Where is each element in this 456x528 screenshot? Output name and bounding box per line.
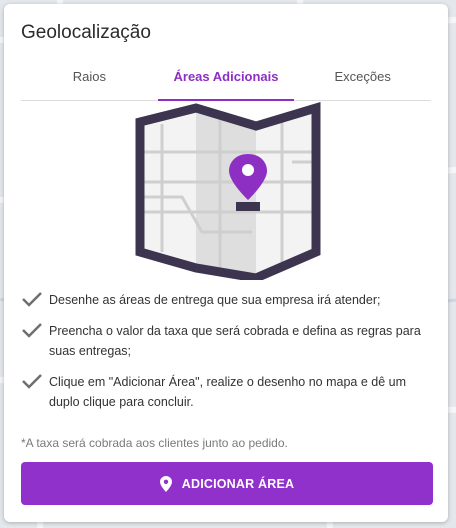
checkmark-icon	[22, 374, 42, 389]
geolocation-dialog: Geolocalização Raios Áreas Adicionais Ex…	[4, 4, 448, 522]
tab-bar: Raios Áreas Adicionais Exceções	[21, 62, 431, 101]
instruction-text: Desenhe as áreas de entrega que sua empr…	[49, 293, 381, 307]
tab-areas-adicionais[interactable]: Áreas Adicionais	[157, 62, 295, 101]
instruction-list: Desenhe as áreas de entrega que sua empr…	[21, 290, 433, 423]
instruction-item: Preencha o valor da taxa que será cobrad…	[21, 321, 433, 361]
tab-excecoes[interactable]: Exceções	[294, 62, 431, 100]
fee-note: *A taxa será cobrada aos clientes junto …	[21, 436, 288, 450]
add-area-button[interactable]: ADICIONAR ÁREA	[21, 462, 433, 505]
dialog-title: Geolocalização	[21, 22, 151, 43]
instruction-item: Clique em "Adicionar Área", realize o de…	[21, 372, 433, 412]
tab-raios[interactable]: Raios	[21, 62, 158, 100]
instruction-item: Desenhe as áreas de entrega que sua empr…	[21, 290, 433, 310]
map-illustration	[135, 102, 321, 280]
add-area-label: ADICIONAR ÁREA	[181, 476, 295, 491]
checkmark-icon	[22, 292, 42, 307]
instruction-text: Preencha o valor da taxa que será cobrad…	[49, 324, 421, 358]
checkmark-icon	[22, 323, 42, 338]
location-pin-icon	[159, 475, 172, 492]
instruction-text: Clique em "Adicionar Área", realize o de…	[49, 375, 406, 409]
